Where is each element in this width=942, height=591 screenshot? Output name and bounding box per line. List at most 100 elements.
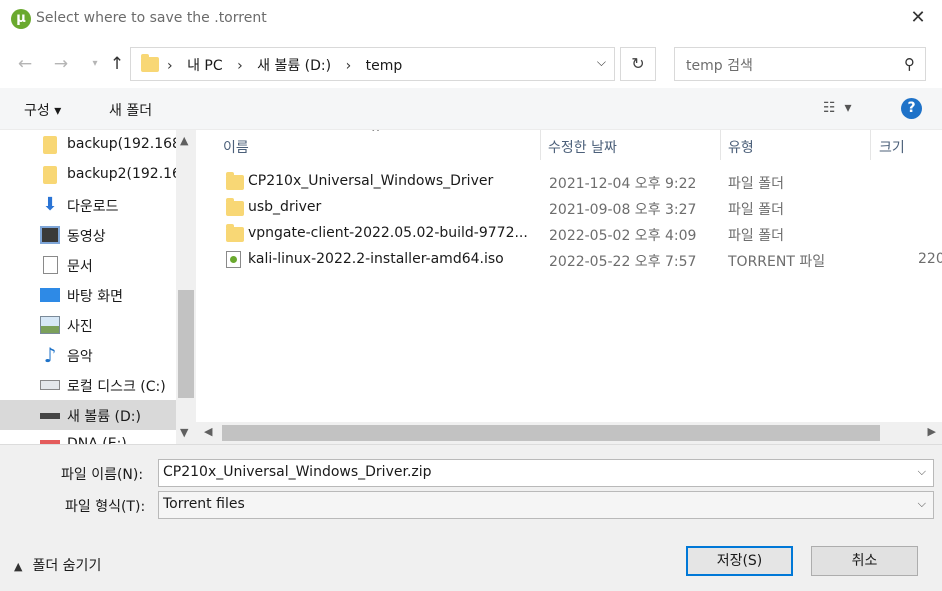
- nav-item-label: 새 볼륨 (D:): [67, 409, 141, 425]
- breadcrumb-item[interactable]: 내 PC: [187, 58, 223, 74]
- chevron-down-icon[interactable]: ⌵: [597, 55, 606, 70]
- filename-value: CP210x_Universal_Windows_Driver.zip: [163, 464, 432, 480]
- nav-item-label: 다운로드: [67, 199, 119, 215]
- column-header-size[interactable]: 크기: [870, 130, 942, 160]
- folder-icon: [226, 224, 244, 242]
- column-header-label: 수정한 날짜: [548, 140, 617, 156]
- search-icon: ⚲: [904, 55, 915, 73]
- nav-item-label: 동영상: [67, 229, 106, 245]
- file-name: vpngate-client-2022.05.02-build-9772....: [248, 225, 528, 241]
- nav-item-backup2[interactable]: backup2(192.16: [0, 160, 181, 190]
- scrollbar-thumb[interactable]: [222, 425, 880, 441]
- chevron-down-icon: ⌵: [917, 497, 926, 510]
- nav-item-label: 로컬 디스크 (C:): [67, 379, 166, 395]
- up-arrow-icon[interactable]: ↑: [106, 53, 128, 75]
- column-header-date[interactable]: 수정한 날짜: [540, 130, 720, 160]
- file-list: ^ 이름 수정한 날짜 유형 크기 CP210x_Universal_Windo…: [196, 130, 942, 444]
- scroll-left-icon[interactable]: ◀: [204, 425, 212, 438]
- nav-item-label: 바탕 화면: [67, 289, 123, 305]
- filetype-value: Torrent files: [163, 496, 245, 512]
- filename-input[interactable]: CP210x_Universal_Windows_Driver.zip ⌵: [158, 459, 934, 487]
- folder-icon: [226, 198, 244, 216]
- document-icon: [43, 256, 58, 274]
- nav-item-label: backup(192.168: [67, 136, 181, 152]
- chevron-right-icon[interactable]: ›: [237, 58, 243, 74]
- picture-icon: [40, 316, 60, 334]
- nav-item-label: 음악: [67, 349, 93, 365]
- file-date: 2021-09-08 오후 3:27: [549, 202, 697, 218]
- refresh-icon: ↻: [631, 54, 645, 73]
- nav-item-label: backup2(192.16: [67, 166, 181, 182]
- nav-item-backup[interactable]: backup(192.168: [0, 130, 181, 160]
- video-icon: [40, 226, 60, 244]
- desktop-icon: [40, 288, 60, 302]
- nav-item-label: 사진: [67, 319, 93, 335]
- column-header-label: 유형: [728, 140, 754, 156]
- close-icon[interactable]: ✕: [908, 8, 928, 28]
- save-options-panel: 파일 이름(N): CP210x_Universal_Windows_Drive…: [0, 444, 942, 591]
- scroll-right-icon[interactable]: ▶: [928, 425, 936, 438]
- chevron-down-icon[interactable]: ⌵: [918, 465, 926, 479]
- utorrent-icon: µ: [11, 9, 31, 29]
- filetype-select[interactable]: Torrent files ⌵: [158, 491, 934, 519]
- address-bar[interactable]: › 내 PC › 새 볼륨 (D:) › temp ⌵: [130, 47, 615, 81]
- music-icon: ♪: [43, 343, 57, 367]
- nav-item-local-disk-c[interactable]: 로컬 디스크 (C:): [0, 370, 178, 400]
- nav-item-videos[interactable]: 동영상: [0, 220, 178, 250]
- new-folder-button[interactable]: 새 폴더: [109, 100, 152, 120]
- nav-item-volume-d[interactable]: 새 볼륨 (D:): [0, 400, 178, 430]
- back-arrow-icon[interactable]: ←: [14, 53, 36, 75]
- recent-locations-chevron-icon[interactable]: ▾: [84, 53, 106, 75]
- nav-item-desktop[interactable]: 바탕 화면: [0, 280, 178, 310]
- search-placeholder: temp 검색: [686, 58, 753, 74]
- file-size: 220: [918, 251, 942, 267]
- file-name: CP210x_Universal_Windows_Driver: [248, 173, 494, 189]
- hide-folders-toggle[interactable]: ▲ 폴더 숨기기: [14, 555, 101, 575]
- help-icon[interactable]: ?: [901, 98, 922, 119]
- file-name: usb_driver: [248, 199, 322, 215]
- local-disk-icon: [40, 380, 60, 390]
- download-icon: ⬇: [42, 194, 58, 215]
- horizontal-scrollbar[interactable]: ◀ ▶: [196, 422, 942, 444]
- chevron-right-icon[interactable]: ›: [346, 58, 352, 74]
- torrent-file-icon: [226, 251, 241, 268]
- nav-item-pictures[interactable]: 사진: [0, 310, 178, 340]
- view-options-icon[interactable]: ☷ ▾: [823, 100, 851, 116]
- nav-item-documents[interactable]: 문서: [0, 250, 178, 280]
- column-header-label: 크기: [879, 140, 905, 156]
- search-input[interactable]: temp 검색 ⚲: [674, 47, 926, 81]
- organize-button[interactable]: 구성 ▾: [24, 100, 61, 120]
- usb-drive-icon: [43, 136, 57, 154]
- scrollbar-thumb[interactable]: [178, 290, 194, 398]
- column-header-label: 이름: [223, 140, 249, 156]
- file-type: 파일 폴더: [728, 176, 784, 192]
- nav-item-music[interactable]: ♪ 음악: [0, 340, 178, 370]
- file-row[interactable]: vpngate-client-2022.05.02-build-9772....…: [196, 221, 942, 247]
- hide-folders-label: 폴더 숨기기: [32, 558, 102, 574]
- usb-drive-icon: [43, 166, 57, 184]
- file-date: 2021-12-04 오후 9:22: [549, 176, 697, 192]
- forward-arrow-icon[interactable]: →: [50, 53, 72, 75]
- address-row: ← → ▾ ↑ › 내 PC › 새 볼륨 (D:) › temp ⌵ ↻ te…: [0, 40, 942, 88]
- cancel-button[interactable]: 취소: [811, 546, 918, 576]
- file-name: kali-linux-2022.2-installer-amd64.iso: [248, 251, 504, 267]
- nav-item-dna-e[interactable]: DNA (E:): [0, 430, 178, 444]
- nav-item-label: DNA (E:): [67, 436, 127, 444]
- breadcrumb-item[interactable]: 새 볼륨 (D:): [257, 58, 331, 74]
- scroll-up-icon[interactable]: ▲: [180, 134, 188, 147]
- column-header-type[interactable]: 유형: [720, 130, 870, 160]
- refresh-button[interactable]: ↻: [620, 47, 656, 81]
- file-row[interactable]: CP210x_Universal_Windows_Driver 2021-12-…: [196, 169, 942, 195]
- file-row[interactable]: usb_driver 2021-09-08 오후 3:27 파일 폴더: [196, 195, 942, 221]
- nav-item-downloads[interactable]: ⬇ 다운로드: [0, 190, 178, 220]
- file-row[interactable]: kali-linux-2022.2-installer-amd64.iso 20…: [196, 247, 942, 273]
- scroll-down-icon[interactable]: ▼: [180, 426, 188, 439]
- save-button[interactable]: 저장(S): [686, 546, 793, 576]
- nav-scrollbar[interactable]: ▲ ▼: [176, 130, 196, 444]
- nav-item-label: 문서: [67, 259, 93, 275]
- file-type: TORRENT 파일: [728, 254, 826, 270]
- navigation-pane: backup(192.168 backup2(192.16 ⬇ 다운로드 동영상…: [0, 130, 196, 444]
- column-header-name[interactable]: ^ 이름: [196, 130, 540, 160]
- breadcrumb-item[interactable]: temp: [366, 58, 403, 74]
- chevron-right-icon[interactable]: ›: [167, 58, 173, 74]
